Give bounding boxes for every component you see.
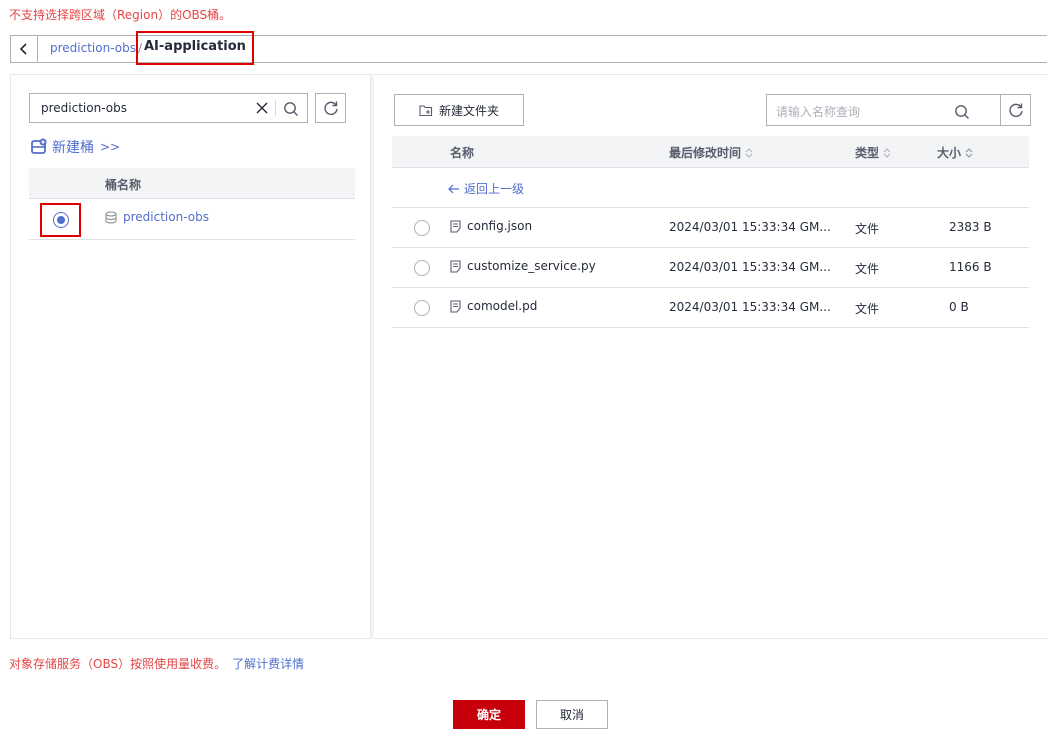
radio-highlight — [40, 203, 81, 237]
column-name: 名称 — [450, 144, 474, 161]
sort-icon[interactable] — [745, 147, 753, 158]
billing-details-link[interactable]: 了解计费详情 — [232, 657, 304, 671]
cancel-button[interactable]: 取消 — [536, 700, 608, 729]
file-radio[interactable] — [414, 300, 430, 316]
column-type-label: 类型 — [855, 146, 880, 160]
table-row[interactable]: customize_service.py 2024/03/01 15:33:34… — [392, 248, 1029, 288]
refresh-icon — [1008, 103, 1023, 117]
file-radio[interactable] — [414, 260, 430, 276]
file-name[interactable]: customize_service.py — [450, 259, 596, 273]
table-row: 返回上一级 — [392, 168, 1029, 208]
search-icon[interactable] — [953, 103, 971, 121]
billing-note-text: 对象存储服务（OBS）按照使用量收费。 — [9, 657, 227, 671]
file-type: 文件 — [855, 222, 880, 236]
file-icon — [450, 299, 461, 313]
file-name-text: customize_service.py — [467, 259, 596, 273]
column-name-label: 名称 — [450, 146, 475, 160]
new-bucket-label: 新建桶 — [52, 140, 94, 156]
file-name-text: comodel.pd — [467, 299, 538, 313]
bucket-search-value: prediction-obs — [41, 101, 127, 115]
bucket-icon — [105, 210, 117, 224]
column-size[interactable]: 大小 — [937, 144, 973, 161]
file-size: 0 B — [949, 300, 969, 314]
table-row[interactable]: comodel.pd 2024/03/01 15:33:34 GM... 文件 … — [392, 288, 1029, 328]
file-name[interactable]: comodel.pd — [450, 299, 537, 313]
file-modified: 2024/03/01 15:33:34 GM... — [669, 300, 831, 314]
bucket-name-link[interactable]: prediction-obs — [105, 210, 209, 224]
breadcrumb-current: AI-application — [136, 31, 254, 65]
file-type: 文件 — [855, 302, 880, 316]
column-type[interactable]: 类型 — [855, 144, 891, 161]
table-row[interactable]: config.json 2024/03/01 15:33:34 GM... 文件… — [392, 208, 1029, 248]
confirm-button[interactable]: 确定 — [453, 700, 525, 729]
file-name[interactable]: config.json — [450, 219, 532, 233]
file-name-text: config.json — [467, 219, 533, 233]
file-query-input[interactable]: 请输入名称查询 — [766, 94, 1003, 126]
bucket-panel: prediction-obs 新建桶 >> 桶名称 prediction-obs — [10, 74, 371, 639]
file-type: 文件 — [855, 262, 880, 276]
file-table-header: 名称 最后修改时间 类型 大小 — [392, 136, 1029, 168]
column-modified[interactable]: 最后修改时间 — [669, 144, 753, 161]
clear-icon[interactable] — [253, 99, 271, 117]
new-bucket-link[interactable]: 新建桶 >> — [30, 137, 120, 157]
refresh-icon — [323, 101, 338, 115]
file-size: 1166 B — [949, 260, 992, 274]
sort-icon[interactable] — [965, 147, 973, 158]
column-size-label: 大小 — [937, 146, 962, 160]
bucket-search-input[interactable]: prediction-obs — [29, 93, 308, 123]
bucket-name: prediction-obs — [123, 210, 209, 224]
breadcrumb-back-button[interactable] — [11, 36, 38, 62]
file-icon — [450, 219, 461, 233]
folder-add-icon — [419, 105, 433, 117]
bucket-table-header: 桶名称 — [29, 168, 355, 199]
file-modified: 2024/03/01 15:33:34 GM... — [669, 220, 831, 234]
file-radio[interactable] — [414, 220, 430, 236]
billing-note: 对象存储服务（OBS）按照使用量收费。 了解计费详情 — [9, 655, 304, 672]
file-size: 2383 B — [949, 220, 992, 234]
breadcrumb: prediction-obs / AI-application — [10, 31, 1047, 65]
search-icon[interactable] — [280, 98, 302, 120]
arrow-back-icon — [448, 184, 459, 193]
column-bucket-name: 桶名称 — [105, 178, 142, 192]
bucket-radio-selected[interactable] — [52, 212, 69, 228]
bucket-add-icon — [31, 138, 47, 154]
bucket-refresh-button[interactable] — [315, 93, 346, 123]
new-bucket-arrows: >> — [100, 140, 121, 154]
sort-icon[interactable] — [883, 147, 891, 158]
chevron-left-icon — [19, 43, 27, 55]
file-modified: 2024/03/01 15:33:34 GM... — [669, 260, 831, 274]
new-folder-button[interactable]: 新建文件夹 — [394, 94, 524, 126]
column-modified-label: 最后修改时间 — [669, 146, 742, 160]
file-refresh-button[interactable] — [1000, 94, 1031, 126]
new-folder-label: 新建文件夹 — [438, 103, 499, 118]
file-query-placeholder: 请输入名称查询 — [776, 105, 861, 119]
region-warning: 不支持选择跨区域（Region）的OBS桶。 — [9, 8, 232, 22]
table-row[interactable]: prediction-obs — [29, 199, 355, 240]
file-icon — [450, 259, 461, 273]
search-divider — [275, 100, 276, 116]
file-panel: 新建文件夹 请输入名称查询 名称 最后修改时间 类型 大小 返回上一级 conf… — [374, 74, 1047, 639]
back-to-parent-label: 返回上一级 — [464, 182, 525, 196]
breadcrumb-root-link[interactable]: prediction-obs — [50, 41, 136, 55]
back-to-parent-link[interactable]: 返回上一级 — [448, 180, 524, 197]
